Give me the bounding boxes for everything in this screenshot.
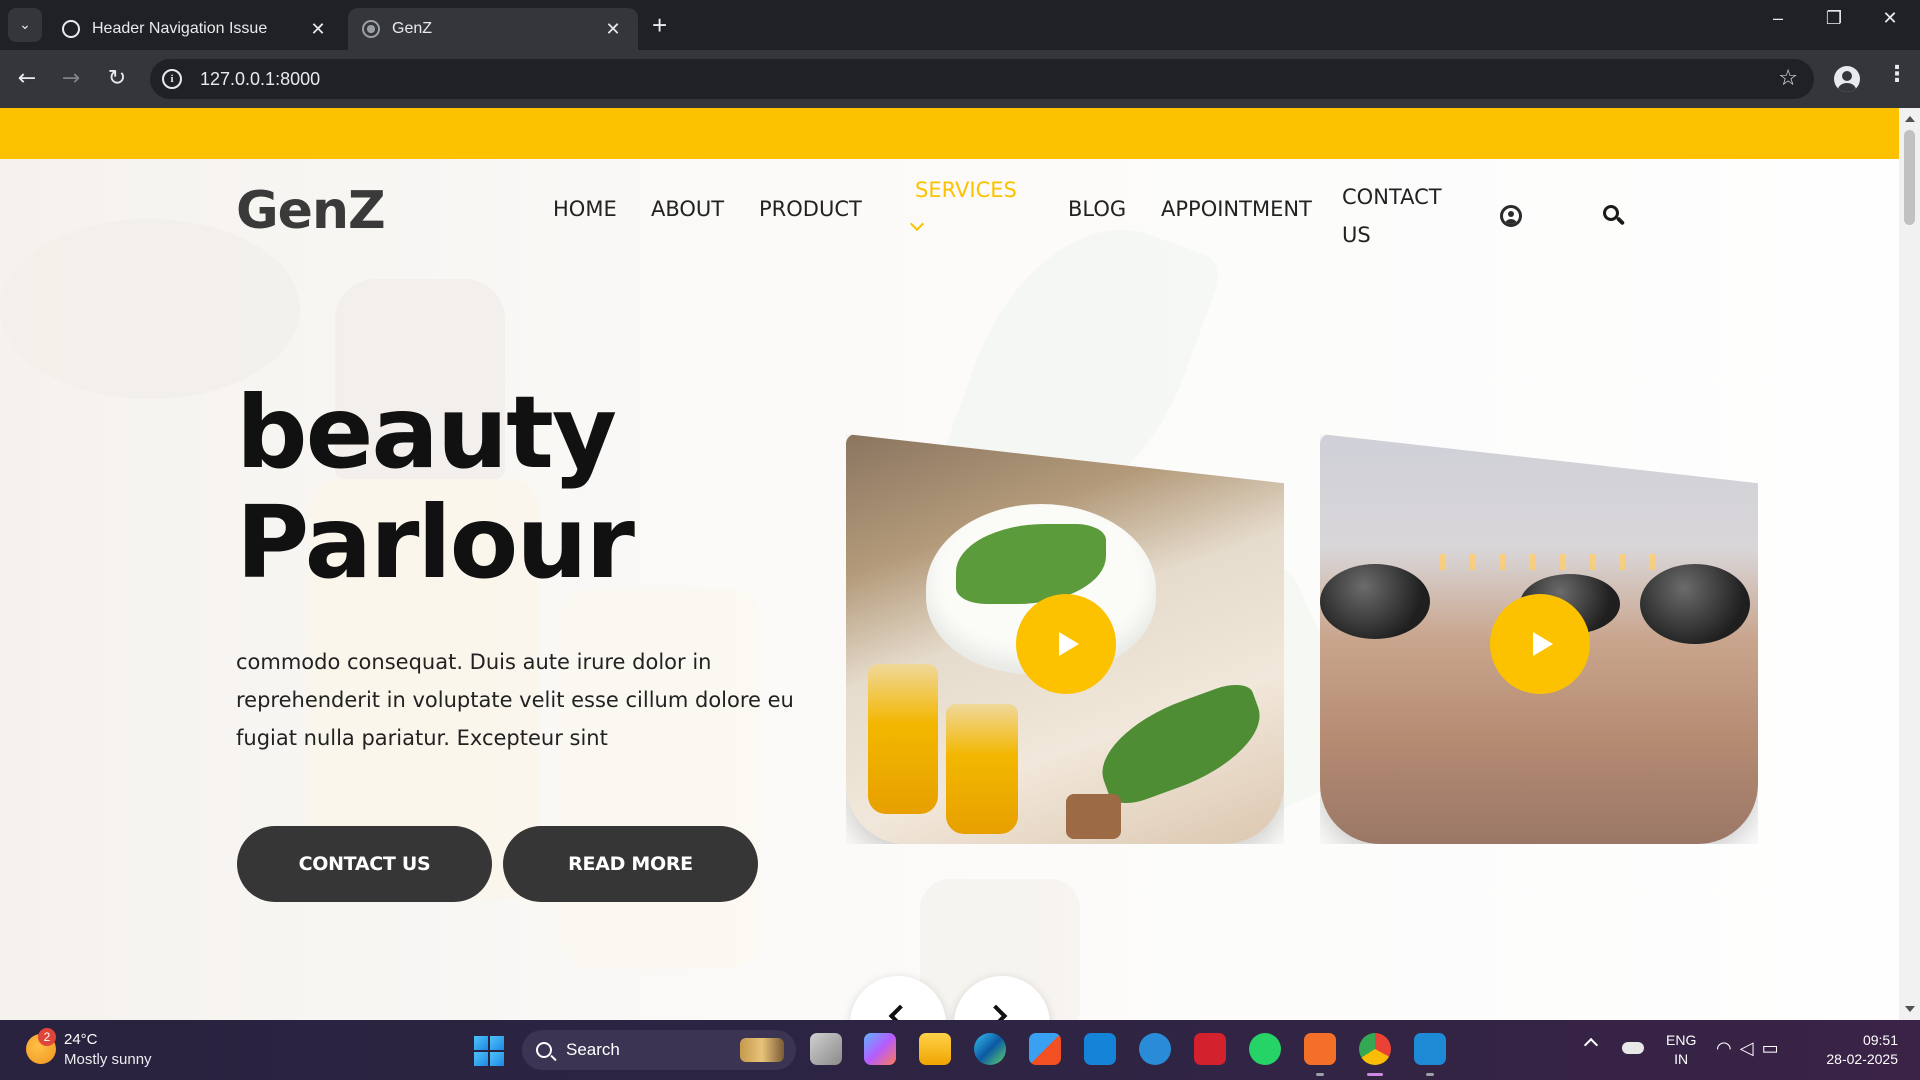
tab-search-button[interactable]: ⌄ [8,8,42,42]
whatsapp-icon[interactable] [1249,1033,1281,1065]
taskbar-search-label: Search [566,1040,620,1059]
nav-item-about[interactable]: ABOUT [651,197,724,221]
minimize-button[interactable]: – [1758,8,1798,29]
clock-date: 28-02-2025 [1826,1051,1898,1067]
system-clock[interactable]: 09:51 28-02-2025 [1818,1031,1898,1069]
contact-us-button[interactable]: CONTACT US [237,826,492,902]
task-view-icon[interactable] [810,1033,842,1065]
windows-taskbar: 2 24°C Mostly sunny Search ENG IN ◠◁▭ 09… [0,1020,1920,1080]
search-highlight-image [740,1038,784,1062]
new-tab-button[interactable]: + [652,10,667,41]
search-icon-handle [1615,216,1626,226]
reload-icon[interactable]: ↻ [102,64,132,94]
copilot-icon[interactable] [864,1033,896,1065]
nav-item-contact-us[interactable]: CONTACT US [1342,178,1442,254]
chatgpt-favicon-icon [62,20,80,38]
forward-arrow-icon[interactable]: → [56,64,86,94]
weather-description[interactable]: Mostly sunny [64,1051,152,1068]
system-tray-icons[interactable]: ◠◁▭ [1716,1038,1787,1059]
close-window-button[interactable]: ✕ [1870,8,1910,29]
show-hidden-icons-chevron-icon[interactable] [1583,1037,1599,1053]
user-circle-icon[interactable] [1500,205,1522,227]
scrollbar-thumb[interactable] [1904,130,1915,225]
weather-temperature[interactable]: 24°C [64,1031,98,1048]
browser-tab-genz[interactable]: GenZ ✕ [348,8,638,50]
back-arrow-icon[interactable]: ← [12,64,42,94]
cork-image [1066,794,1121,839]
address-bar[interactable]: i 127.0.0.1:8000 ☆ [150,59,1814,99]
nav-item-appointment[interactable]: APPOINTMENT [1161,197,1312,221]
hero-title-line: beauty [236,374,617,491]
tab-title: Header Navigation Issue [92,20,268,37]
nav-item-services[interactable]: SERVICES [915,178,1017,202]
edge-icon[interactable] [974,1033,1006,1065]
taskbar-search-box[interactable]: Search [522,1030,796,1070]
file-explorer-icon[interactable] [919,1033,951,1065]
mcafee-icon[interactable] [1194,1033,1226,1065]
browser-tab-header-navigation[interactable]: Header Navigation Issue ✕ [48,8,343,50]
url-text[interactable]: 127.0.0.1:8000 [200,69,320,90]
page-viewport: GenZ HOME ABOUT PRODUCT SERVICES BLOG AP… [0,108,1899,1020]
help-icon[interactable] [1139,1033,1171,1065]
play-icon[interactable] [1490,594,1590,694]
hot-stone-image [1640,564,1750,644]
chevron-left-icon [888,1004,912,1020]
battery-icon[interactable]: ▭ [1762,1038,1787,1058]
close-tab-icon[interactable]: ✕ [307,19,329,40]
windows-start-icon[interactable] [474,1036,504,1066]
oil-bottle-image [868,664,938,814]
chevron-right-icon [984,1004,1008,1020]
onedrive-cloud-icon[interactable] [1622,1042,1644,1054]
microsoft-store-icon[interactable] [1029,1033,1061,1065]
hero-description: commodo consequat. Duis aute irure dolor… [236,650,794,750]
browser-tab-bar: ⌄ Header Navigation Issue ✕ GenZ ✕ + – ❐… [0,0,1920,50]
clock-time: 09:51 [1862,1032,1898,1048]
wifi-icon[interactable]: ◠ [1716,1038,1740,1058]
browser-toolbar: ← → ↻ i 127.0.0.1:8000 ☆ ⋮ [0,50,1920,108]
xampp-icon[interactable] [1304,1033,1336,1076]
tab-title: GenZ [392,20,433,37]
hot-stone-massage-video-card[interactable] [1320,434,1758,844]
bookmark-star-icon[interactable]: ☆ [1778,66,1798,91]
scroll-up-arrow-icon[interactable] [1905,116,1915,122]
page-scrollbar[interactable] [1899,108,1920,1020]
language-indicator[interactable]: ENG IN [1666,1031,1696,1069]
read-more-button[interactable]: READ MORE [503,826,758,902]
site-header: GenZ HOME ABOUT PRODUCT SERVICES BLOG AP… [0,159,1899,269]
close-tab-icon[interactable]: ✕ [602,19,624,40]
restore-button[interactable]: ❐ [1814,8,1854,29]
nav-contact-line: US [1342,223,1371,247]
basil-leaves-image [1087,677,1275,811]
top-accent-strip [0,108,1899,159]
scroll-down-arrow-icon[interactable] [1905,1006,1915,1012]
weather-notification-badge: 2 [38,1028,56,1046]
hero-title-line: Parlour [236,484,635,601]
chrome-icon[interactable] [1359,1033,1391,1076]
spa-oils-video-card[interactable] [846,434,1284,844]
services-dropdown-chevron-icon[interactable] [909,216,925,232]
volume-icon[interactable]: ◁ [1740,1038,1762,1058]
vscode-icon[interactable] [1414,1033,1446,1076]
search-icon [536,1042,552,1058]
site-logo[interactable]: GenZ [236,181,386,241]
site-info-icon[interactable]: i [162,69,182,89]
oil-bottle-image [946,704,1018,834]
nav-item-blog[interactable]: BLOG [1068,197,1126,221]
nav-item-product[interactable]: PRODUCT [759,197,862,221]
play-icon[interactable] [1016,594,1116,694]
language-region: IN [1674,1051,1689,1067]
profile-avatar-icon[interactable] [1834,66,1860,92]
hot-stone-image [1320,564,1430,639]
nav-item-home[interactable]: HOME [553,197,617,221]
globe-favicon-icon [362,20,380,38]
candles-image [1440,554,1680,570]
language-code: ENG [1666,1032,1697,1048]
myhp-icon[interactable] [1084,1033,1116,1065]
browser-menu-icon[interactable]: ⋮ [1886,62,1908,87]
hero-title: beauty Parlour [236,374,635,601]
search-icon[interactable] [1603,205,1626,227]
nav-contact-line: CONTACT [1342,185,1442,209]
